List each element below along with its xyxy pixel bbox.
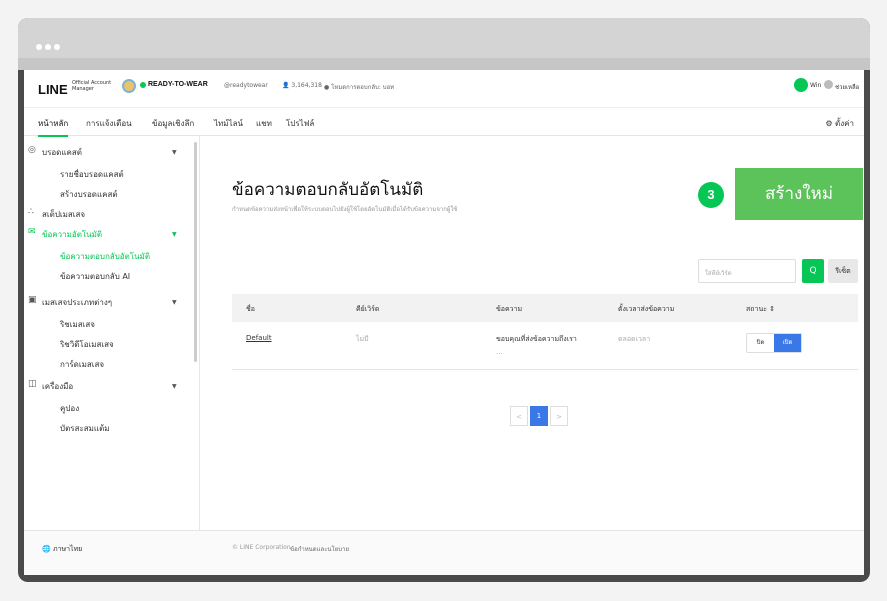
search-button[interactable]: Q	[802, 259, 824, 283]
table-header: ชื่อ คีย์เวิร์ด ข้อความ ตั้งเวลาส่งข้อคว…	[232, 294, 858, 322]
tools-icon: ◫	[28, 379, 37, 389]
column-header-name: ชื่อ	[246, 305, 255, 313]
sidebar-scrollbar[interactable]	[194, 142, 197, 362]
tab-insights[interactable]: ข้อมูลเชิงลึก	[152, 117, 194, 130]
step-badge: 3	[698, 182, 724, 208]
chevron-down-icon[interactable]: ▼	[172, 383, 177, 390]
sidebar-item-label: บรอดแคสต์	[42, 148, 82, 157]
column-header-message: ข้อความ	[496, 305, 523, 313]
sidebar-item-label: สเต็ปเมสเสจ	[42, 210, 86, 219]
next-page-button[interactable]: >	[550, 406, 568, 426]
language-label: ภาษาไทย	[52, 545, 83, 553]
page-description: กำหนดข้อความส่งหน้าเพื่อให้ระบบตอบไปยังผ…	[232, 206, 458, 213]
status-toggle[interactable]: ปิด เปิด	[746, 333, 802, 353]
sidebar-item-label: เครื่องมือ	[42, 382, 74, 391]
row-message: ขอบคุณที่ส่งข้อความถึงเรา	[496, 335, 577, 343]
status-indicator[interactable]	[794, 78, 808, 92]
verified-badge-icon	[140, 82, 146, 88]
prev-page-button[interactable]: <	[510, 406, 528, 426]
close-dot-icon[interactable]	[36, 44, 42, 50]
sidebar-item-auto-reply-message[interactable]: ข้อความตอบกลับอัตโนมัติ	[60, 250, 150, 263]
account-id: @readytowear	[224, 82, 268, 89]
browser-frame: LINE Official Account Manager READY-TO-W…	[18, 18, 870, 582]
chat-mode[interactable]: ● โหมดการตอบกลับ: บอท	[324, 82, 394, 92]
sidebar: ◎ บรอดแคสต์ ▼ รายชื่อบรอดแคสต์ สร้างบรอด…	[24, 136, 200, 530]
sidebar-item-tools[interactable]: ◫ เครื่องมือ	[28, 379, 74, 393]
search-icon: Q	[809, 266, 817, 276]
page-title: ข้อความตอบกลับอัตโนมัติ	[232, 180, 424, 200]
language-selector[interactable]: 🌐 ภาษาไทย	[42, 544, 82, 555]
window-titlebar	[18, 18, 870, 58]
auto-reply-icon: ✉	[28, 227, 36, 237]
sidebar-item-rich-video[interactable]: ริชวิดีโอเมสเสจ	[60, 338, 114, 351]
account-avatar[interactable]	[122, 79, 136, 93]
app-screen: LINE Official Account Manager READY-TO-W…	[24, 70, 864, 575]
terms-link[interactable]: ข้อกำหนดและนโยบาย	[290, 544, 349, 554]
sidebar-item-create-broadcast[interactable]: สร้างบรอดแคสต์	[60, 188, 118, 201]
column-header-schedule: ตั้งเวลาส่งข้อความ	[618, 305, 675, 313]
chat-mode-label: โหมดการตอบกลับ: บอท	[331, 84, 395, 91]
minimize-dot-icon[interactable]	[45, 44, 51, 50]
chevron-down-icon[interactable]: ▼	[172, 231, 177, 238]
chevron-down-icon[interactable]: ▼	[172, 149, 177, 156]
row-schedule: ตลอดเวลา	[618, 335, 651, 343]
line-logo[interactable]: LINE	[38, 82, 68, 97]
column-header-keyword: คีย์เวิร์ด	[356, 305, 380, 313]
sidebar-item-auto-reply[interactable]: ✉ ข้อความอัตโนมัติ	[28, 227, 103, 241]
settings-label: ตั้งค่า	[835, 119, 854, 128]
search-input[interactable]: ใส่คีย์เวิร์ด	[698, 259, 796, 283]
create-new-button[interactable]: สร้างใหม่	[735, 168, 863, 220]
chevron-down-icon[interactable]: ▼	[172, 299, 177, 306]
step-message-icon: ∴	[28, 207, 34, 217]
status-label: Win	[810, 82, 822, 89]
account-name[interactable]: READY-TO-WEAR	[148, 81, 208, 88]
page-1-button[interactable]: 1	[530, 406, 548, 426]
sidebar-item-step-message[interactable]: ∴ สเต็ปเมสเสจ	[28, 207, 86, 221]
tab-chat[interactable]: แชท	[256, 117, 272, 130]
broadcast-icon: ◎	[28, 145, 36, 155]
settings-link[interactable]: ⚙ ตั้งค่า	[825, 117, 854, 130]
sidebar-item-broadcast-list[interactable]: รายชื่อบรอดแคสต์	[60, 168, 124, 181]
row-keyword: ไม่มี	[356, 335, 369, 343]
sidebar-item-coupon[interactable]: คูปอง	[60, 402, 79, 415]
help-label[interactable]: ช่วยเหลือ	[835, 82, 859, 92]
sidebar-item-card-message[interactable]: การ์ดเมสเสจ	[60, 358, 104, 371]
toggle-on[interactable]: เปิด	[774, 334, 801, 352]
sidebar-item-rich-message[interactable]: ริชเมสเสจ	[60, 318, 95, 331]
sidebar-item-reward-card[interactable]: บัตรสะสมแต้ม	[60, 422, 110, 435]
pagination: < 1 >	[510, 406, 570, 426]
reset-button[interactable]: รีเซ็ต	[828, 259, 858, 283]
main-nav: หน้าหลัก การแจ้งเตือน ข้อมูลเชิงลึก ไทม์…	[24, 108, 864, 137]
column-header-status[interactable]: สถานะ ⇕	[746, 304, 775, 315]
row-name-link[interactable]: Default	[246, 334, 272, 342]
friends-count-value: 3,164,318	[291, 82, 322, 89]
copyright: © LINE Corporation	[232, 544, 291, 551]
tab-profile[interactable]: โปรไฟล์	[286, 117, 314, 130]
friends-count: 👤 3,164,318	[282, 82, 322, 89]
sidebar-item-broadcast[interactable]: ◎ บรอดแคสต์	[28, 145, 82, 159]
sidebar-item-message-types[interactable]: ▣ เมสเสจประเภทต่างๆ	[28, 295, 113, 309]
message-types-icon: ▣	[28, 295, 37, 305]
sidebar-item-auto-reply-ai[interactable]: ข้อความตอบกลับ AI	[60, 270, 130, 283]
toggle-off[interactable]: ปิด	[747, 334, 774, 352]
sidebar-item-label: เมสเสจประเภทต่างๆ	[42, 298, 113, 307]
table-row[interactable]: Default ไม่มี ขอบคุณที่ส่งข้อความถึงเรา …	[232, 322, 858, 370]
sidebar-item-label: ข้อความอัตโนมัติ	[42, 230, 103, 239]
help-icon[interactable]	[824, 80, 833, 89]
footer: 🌐 ภาษาไทย © LINE Corporation ข้อกำหนดและ…	[24, 530, 864, 575]
maximize-dot-icon[interactable]	[54, 44, 60, 50]
browser-toolbar	[18, 58, 870, 70]
tab-notifications[interactable]: การแจ้งเตือน	[86, 117, 132, 130]
tab-home[interactable]: หน้าหลัก	[38, 117, 69, 137]
row-message-ellipsis: ...	[496, 348, 503, 356]
tab-timeline[interactable]: ไทม์ไลน์	[214, 117, 243, 130]
top-bar: LINE Official Account Manager READY-TO-W…	[24, 70, 864, 108]
logo-subtitle: Official Account Manager	[72, 80, 112, 92]
